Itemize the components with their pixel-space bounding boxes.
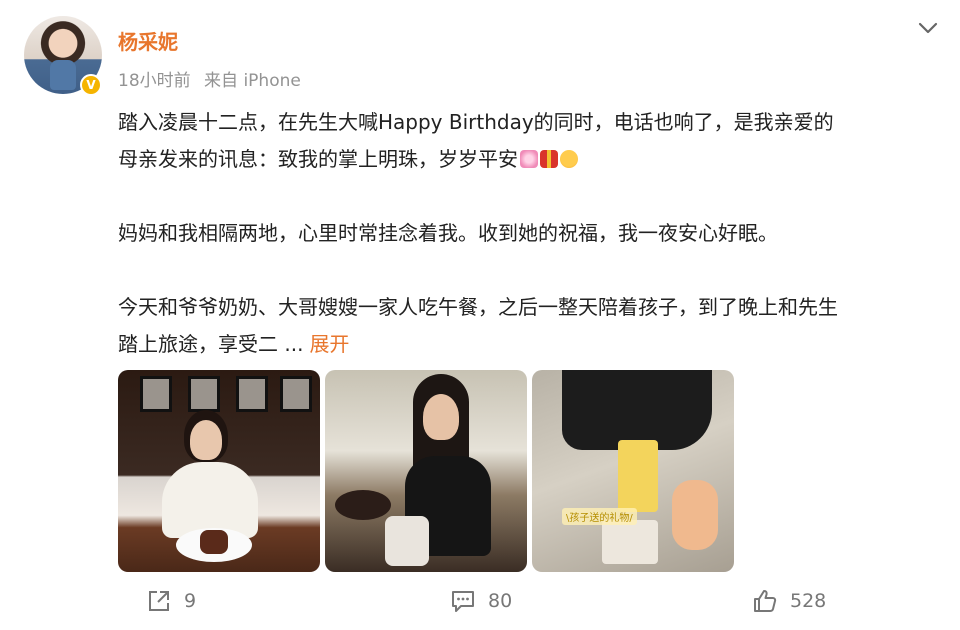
comment-icon (452, 591, 474, 612)
wall-frame (140, 376, 172, 412)
verified-badge-icon: V (80, 74, 102, 96)
photo-sticker: \孩子送的礼物/ (562, 508, 637, 525)
text-line: 踏入凌晨十二点，在先生大喊Happy Birthday的同时，电话也响了，是我亲… (118, 110, 834, 134)
photo-birthday-cake[interactable] (118, 370, 320, 572)
gift-box (618, 440, 658, 512)
post-text: 踏入凌晨十二点，在先生大喊Happy Birthday的同时，电话也响了，是我亲… (118, 104, 944, 363)
person-face (423, 394, 459, 440)
gift-emoji-icon (540, 150, 558, 168)
username[interactable]: 杨采妮 (118, 26, 178, 55)
like-button[interactable]: 528 (752, 588, 826, 614)
drink-glass (385, 516, 429, 566)
wall-frame (236, 376, 268, 412)
comment-count: 80 (488, 590, 513, 612)
child-legs (562, 370, 712, 450)
text-line: 妈妈和我相隔两地，心里时常挂念着我。收到她的祝福，我一夜安心好眠。 (118, 221, 778, 245)
wall-frame (280, 376, 312, 412)
cake (335, 490, 391, 520)
post-meta: 18小时前 来自 iPhone (118, 66, 301, 91)
child-foot (672, 480, 718, 550)
person-body (162, 462, 258, 538)
action-bar: 9 80 528 (0, 588, 960, 618)
photo-praying[interactable] (325, 370, 527, 572)
cake (200, 530, 228, 554)
smiling-hearts-emoji-icon (560, 150, 578, 168)
like-count: 528 (790, 590, 827, 612)
repost-count: 9 (184, 590, 197, 612)
text-line: 踏上旅途，享受二 ... 展开 (118, 332, 350, 356)
expand-link[interactable]: 展开 (309, 332, 349, 356)
chevron-down-icon[interactable] (914, 14, 942, 42)
share-icon (149, 591, 169, 611)
repost-button[interactable]: 9 (146, 588, 196, 614)
person-face (190, 420, 222, 460)
text-line: 今天和爷爷奶奶、大哥嫂嫂一家人吃午餐，之后一整天陪着孩子，到了晚上和先生 (118, 295, 838, 319)
wall-frame (188, 376, 220, 412)
comment-button[interactable]: 80 (450, 588, 512, 614)
post-time[interactable]: 18小时前 (118, 71, 191, 91)
text-line: 母亲发来的讯息：致我的掌上明珠，岁岁平安 (118, 141, 944, 178)
bunny-emoji-icon (520, 150, 538, 168)
gift-card (602, 520, 658, 564)
photo-gift[interactable]: \孩子送的礼物/ (532, 370, 734, 572)
thumbs-up-icon (754, 590, 777, 612)
post-source: 来自 iPhone (204, 71, 301, 91)
